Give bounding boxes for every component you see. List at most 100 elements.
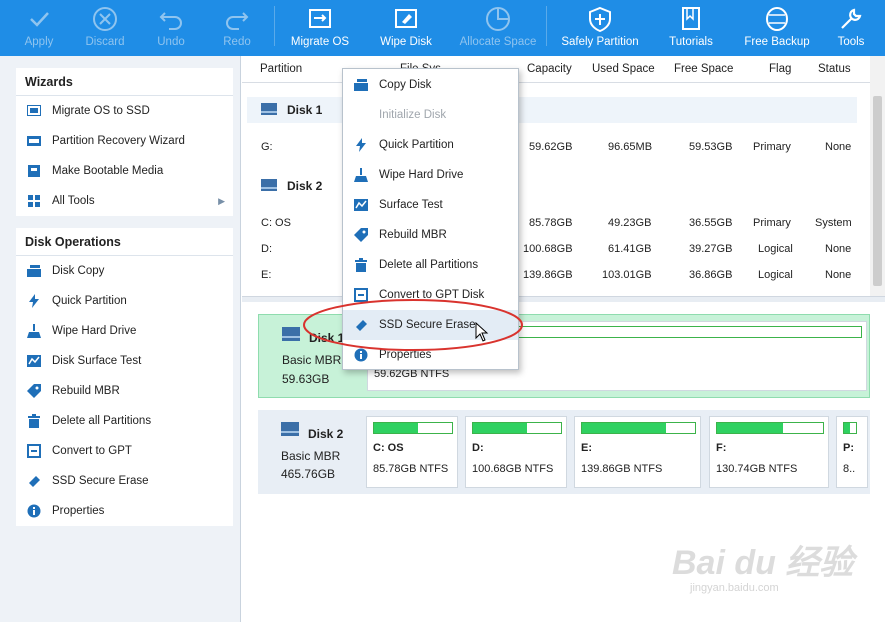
partition-size: 85.78GB NTFS xyxy=(373,463,449,475)
table-scrollbar[interactable] xyxy=(870,56,885,296)
main-toolbar: Apply Discard Undo Redo Migrate OS Wipe … xyxy=(0,0,885,56)
partition-name: P: xyxy=(843,442,854,454)
migrate-os-icon xyxy=(309,9,331,28)
disk-icon xyxy=(281,422,299,436)
wizards-panel: Wizards Migrate OS to SSD Partition Reco… xyxy=(16,68,233,216)
cell-partition: D: xyxy=(261,243,272,255)
disk2-row[interactable]: Disk 2 xyxy=(247,173,857,199)
menu-label: Initialize Disk xyxy=(379,109,447,121)
toolbar-separator xyxy=(274,6,275,46)
disk-operations-panel: Disk Operations Disk Copy Quick Partitio… xyxy=(16,228,233,526)
menu-surface-test[interactable]: Surface Test xyxy=(343,190,518,220)
table-row[interactable]: D: 100.68GB 61.41GB 39.27GB Logical None xyxy=(242,243,852,259)
sidebar-item-rebuild-mbr[interactable]: Rebuild MBR xyxy=(16,376,233,406)
wipe-disk-button[interactable]: Wipe Disk xyxy=(380,0,432,56)
discard-button[interactable]: Discard xyxy=(84,0,126,56)
menu-delete-all-partitions[interactable]: Delete all Partitions xyxy=(343,250,518,280)
safely-partition-button[interactable]: Safely Partition xyxy=(561,0,639,56)
sidebar-item-disk-surface-test[interactable]: Disk Surface Test xyxy=(16,346,233,376)
sidebar-item-label: Disk Surface Test xyxy=(52,355,142,367)
usage-bar xyxy=(581,422,696,434)
surface-test-icon xyxy=(343,199,379,211)
menu-label: Quick Partition xyxy=(379,139,454,151)
diskmap-disk2[interactable]: Disk 2 Basic MBR 465.76GB C: OS 85.78GB … xyxy=(258,410,870,494)
col-status[interactable]: Status xyxy=(818,63,851,75)
usage-bar xyxy=(843,422,857,434)
partition-name: D: xyxy=(472,442,484,454)
sidebar-item-partition-recovery[interactable]: Partition Recovery Wizard xyxy=(16,126,233,156)
undo-icon xyxy=(159,12,182,30)
partition-f[interactable]: F: 130.74GB NTFS xyxy=(709,416,829,488)
cell-partition: C: OS xyxy=(261,217,291,229)
sidebar-item-label: Rebuild MBR xyxy=(52,385,120,397)
cell-status: None xyxy=(825,269,852,281)
col-flag[interactable]: Flag xyxy=(769,63,791,75)
wizards-title: Wizards xyxy=(16,68,233,96)
shield-icon xyxy=(589,6,611,33)
surface-test-icon xyxy=(26,353,42,369)
cell-flag: Primary xyxy=(753,217,791,229)
migrate-os-button[interactable]: Migrate OS xyxy=(291,0,349,56)
sidebar-item-label: Migrate OS to SSD xyxy=(52,105,150,117)
menu-initialize-disk[interactable]: Initialize Disk xyxy=(343,100,518,130)
apply-button[interactable]: Apply xyxy=(18,0,60,56)
undo-button[interactable]: Undo xyxy=(150,0,192,56)
left-sidebar: Wizards Migrate OS to SSD Partition Reco… xyxy=(0,56,241,622)
partition-p[interactable]: P: 8.. xyxy=(836,416,868,488)
sidebar-item-bootable-media[interactable]: Make Bootable Media xyxy=(16,156,233,186)
cell-used: 103.01GB xyxy=(602,269,652,281)
trash-icon xyxy=(343,258,379,272)
sidebar-item-disk-copy[interactable]: Disk Copy xyxy=(16,256,233,286)
free-backup-button[interactable]: Free Backup xyxy=(744,0,810,56)
pie-chart-icon xyxy=(486,7,510,31)
menu-quick-partition[interactable]: Quick Partition xyxy=(343,130,518,160)
partition-c[interactable]: C: OS 85.78GB NTFS xyxy=(366,416,458,488)
disk1-row[interactable]: Disk 1 xyxy=(247,97,857,123)
convert-icon xyxy=(26,443,42,459)
free-backup-label: Free Backup xyxy=(744,36,810,48)
col-capacity[interactable]: Capacity xyxy=(527,63,572,75)
grid-icon xyxy=(26,193,42,209)
tutorials-button[interactable]: Tutorials xyxy=(669,0,713,56)
usage-bar xyxy=(716,422,824,434)
sidebar-item-migrate-os[interactable]: Migrate OS to SSD xyxy=(16,96,233,126)
sidebar-item-quick-partition[interactable]: Quick Partition xyxy=(16,286,233,316)
watermark-url: jingyan.baidu.com xyxy=(690,582,779,594)
partition-e[interactable]: E: 139.86GB NTFS xyxy=(574,416,701,488)
menu-label: Copy Disk xyxy=(379,79,432,91)
menu-copy-disk[interactable]: Copy Disk xyxy=(343,70,518,100)
allocate-space-button[interactable]: Allocate Space xyxy=(460,0,536,56)
sidebar-item-wipe-hard-drive[interactable]: Wipe Hard Drive xyxy=(16,316,233,346)
col-partition[interactable]: Partition xyxy=(260,63,302,75)
col-free-space[interactable]: Free Space xyxy=(674,63,733,75)
sidebar-item-convert-to-gpt[interactable]: Convert to GPT xyxy=(16,436,233,466)
usage-fill xyxy=(582,423,666,433)
sidebar-item-ssd-secure-erase[interactable]: SSD Secure Erase xyxy=(16,466,233,496)
sidebar-item-label: Wipe Hard Drive xyxy=(52,325,137,337)
redo-button[interactable]: Redo xyxy=(216,0,258,56)
toolbar-separator xyxy=(546,6,547,46)
menu-wipe-hard-drive[interactable]: Wipe Hard Drive xyxy=(343,160,518,190)
table-row[interactable]: E: 139.86GB 103.01GB 36.86GB Logical Non… xyxy=(242,269,852,285)
disk1-size: 59.63GB xyxy=(282,372,330,386)
sidebar-item-delete-all-partitions[interactable]: Delete all Partitions xyxy=(16,406,233,436)
table-header: Partition File Sys Capacity Used Space F… xyxy=(242,56,870,83)
scrollbar-thumb[interactable] xyxy=(873,96,882,286)
sidebar-item-all-tools[interactable]: All Tools ▶ xyxy=(16,186,233,216)
table-row[interactable]: G: 59.62GB 96.65MB 59.53GB Primary None xyxy=(242,141,852,157)
usage-fill xyxy=(717,423,783,433)
cell-status: None xyxy=(825,243,852,255)
disk-icon xyxy=(282,327,300,341)
tools-button[interactable]: Tools xyxy=(836,0,866,56)
check-icon xyxy=(30,12,49,27)
sidebar-item-properties[interactable]: Properties xyxy=(16,496,233,526)
chevron-right-icon: ▶ xyxy=(218,195,225,206)
table-row[interactable]: C: OS 85.78GB 49.23GB 36.55GB Primary Sy… xyxy=(242,217,852,233)
cell-partition: E: xyxy=(261,269,272,281)
partition-d[interactable]: D: 100.68GB NTFS xyxy=(465,416,567,488)
disk-copy-icon xyxy=(26,263,42,279)
tutorials-label: Tutorials xyxy=(669,36,713,48)
col-used-space[interactable]: Used Space xyxy=(592,63,655,75)
cell-used: 49.23GB xyxy=(608,217,652,229)
menu-rebuild-mbr[interactable]: Rebuild MBR xyxy=(343,220,518,250)
